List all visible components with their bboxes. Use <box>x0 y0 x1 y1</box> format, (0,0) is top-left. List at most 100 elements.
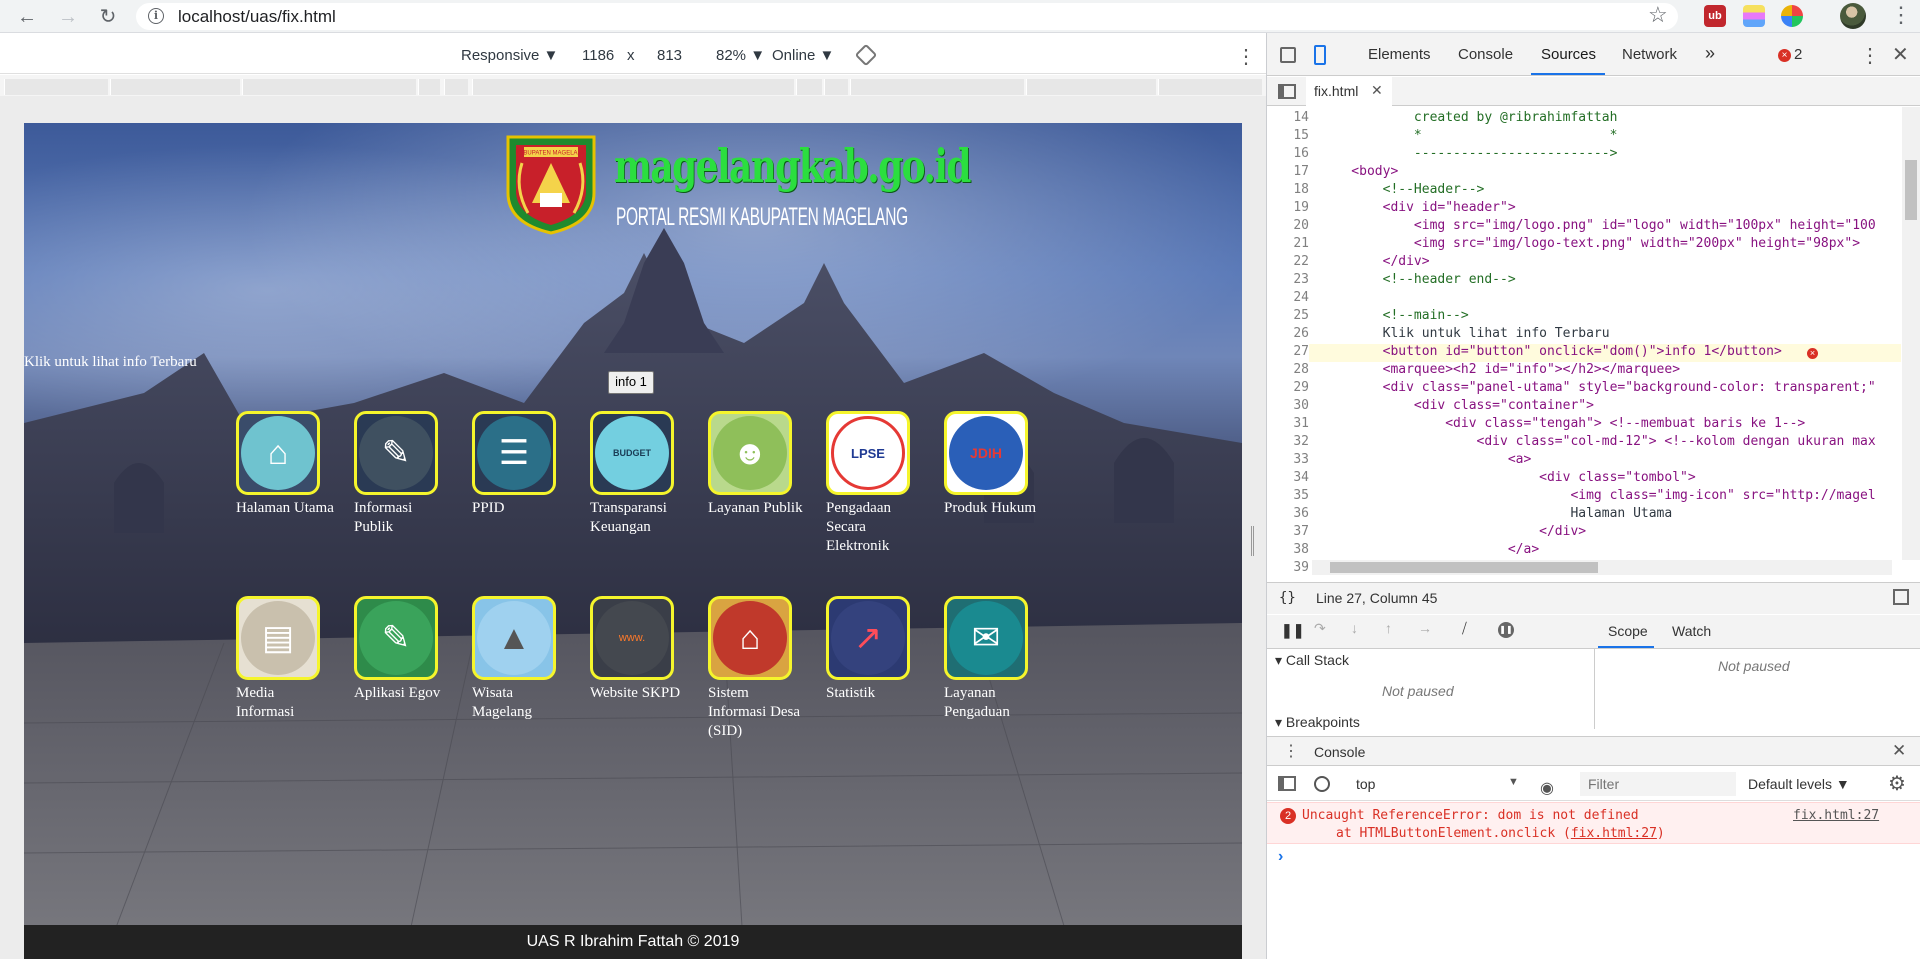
inspect-element-icon[interactable] <box>1280 47 1296 63</box>
code-line[interactable]: created by @ribrahimfattah <box>1320 110 1618 125</box>
code-line[interactable]: <img src="img/logo.png" id="logo" width=… <box>1320 218 1876 233</box>
line-number[interactable]: 23 <box>1267 272 1309 287</box>
device-width-input[interactable]: 1186 <box>582 47 614 64</box>
line-number[interactable]: 24 <box>1267 290 1309 305</box>
log-levels-select[interactable]: Default levels ▼ <box>1748 776 1850 792</box>
more-tabs-icon[interactable]: » <box>1705 43 1715 64</box>
error-source-link[interactable]: fix.html:27 <box>1793 808 1879 823</box>
ruler-segment[interactable] <box>1158 79 1262 95</box>
url-text[interactable]: localhost/uas/fix.html <box>178 7 336 27</box>
globe-extension-icon[interactable] <box>1781 5 1803 27</box>
code-line[interactable]: <a> <box>1320 452 1532 467</box>
error-stack-link[interactable]: fix.html:27 <box>1571 826 1657 841</box>
call-stack-header[interactable]: ▾ Call Stack <box>1275 652 1349 669</box>
ruler-segment[interactable] <box>796 79 822 95</box>
tile-sistem-informasi-desa[interactable]: ⌂ Sistem Informasi Desa (SID) <box>708 596 808 741</box>
ruler-segment[interactable] <box>110 79 240 95</box>
tile-wisata-magelang[interactable]: ▲ Wisata Magelang <box>472 596 572 722</box>
horizontal-scroll-thumb[interactable] <box>1330 562 1598 573</box>
ruler-segment[interactable] <box>418 79 440 95</box>
line-number[interactable]: 18 <box>1267 182 1309 197</box>
console-prompt[interactable]: › <box>1278 848 1283 866</box>
line-number[interactable]: 33 <box>1267 452 1309 467</box>
reload-icon[interactable]: ↻ <box>95 4 121 30</box>
tile-statistik[interactable]: ↗ Statistik <box>826 596 926 703</box>
console-sidebar-toggle-icon[interactable] <box>1278 776 1296 791</box>
code-line[interactable]: Halaman Utama <box>1320 506 1672 521</box>
pause-on-exceptions-icon[interactable]: ❚❚ <box>1498 622 1514 638</box>
tab-watch[interactable]: Watch <box>1672 623 1711 639</box>
close-drawer-icon[interactable]: ✕ <box>1892 741 1906 761</box>
step-over-icon[interactable]: ↷ <box>1314 620 1326 637</box>
breakpoints-header[interactable]: ▾ Breakpoints <box>1275 714 1360 731</box>
context-select[interactable]: top <box>1356 776 1375 792</box>
tile-layanan-publik[interactable]: ☻ Layanan Publik <box>708 411 808 518</box>
close-file-icon[interactable]: ✕ <box>1371 82 1383 99</box>
line-number[interactable]: 35 <box>1267 488 1309 503</box>
pause-icon[interactable]: ❚❚ <box>1281 622 1304 639</box>
error-count[interactable]: 2 <box>1794 46 1802 63</box>
console-drawer-tab[interactable]: Console <box>1314 744 1365 760</box>
line-number[interactable]: 21 <box>1267 236 1309 251</box>
line-number[interactable]: 31 <box>1267 416 1309 431</box>
ruler-segment[interactable] <box>850 79 1024 95</box>
tile-produk-hukum[interactable]: JDIH Produk Hukum <box>944 411 1044 518</box>
tile-halaman-utama[interactable]: ⌂ Halaman Utama <box>236 411 336 518</box>
device-toolbar-toggle-icon[interactable] <box>1314 45 1326 65</box>
ruler-segment[interactable] <box>242 79 416 95</box>
ruler-segment[interactable] <box>472 79 794 95</box>
step-icon[interactable]: → <box>1418 620 1432 636</box>
code-line[interactable]: -------------------------> <box>1320 146 1618 161</box>
line-number[interactable]: 20 <box>1267 218 1309 233</box>
site-info-icon[interactable]: i <box>148 8 164 24</box>
tab-sources[interactable]: Sources <box>1541 46 1596 63</box>
inline-error-icon[interactable]: × <box>1807 348 1818 359</box>
viewport-resize-handle[interactable] <box>1251 526 1254 556</box>
step-out-icon[interactable]: ↑ <box>1385 620 1392 636</box>
tile-ppid[interactable]: ☰ PPID <box>472 411 572 518</box>
network-throttle-select[interactable]: Online ▼ <box>772 47 834 64</box>
info-1-button[interactable]: info 1 <box>608 371 654 394</box>
line-number[interactable]: 19 <box>1267 200 1309 215</box>
code-line[interactable]: <!--Header--> <box>1320 182 1485 197</box>
line-number[interactable]: 30 <box>1267 398 1309 413</box>
line-number[interactable]: 26 <box>1267 326 1309 341</box>
profile-avatar[interactable] <box>1840 3 1866 29</box>
code-line[interactable]: * * <box>1320 128 1618 143</box>
vertical-scroll-thumb[interactable] <box>1905 160 1917 220</box>
line-number[interactable]: 34 <box>1267 470 1309 485</box>
code-line[interactable]: <body> <box>1320 164 1398 179</box>
error-indicator-icon[interactable]: × <box>1778 49 1791 62</box>
address-bar[interactable] <box>136 3 1678 30</box>
context-dropdown-icon[interactable]: ▼ <box>1508 776 1519 788</box>
line-number[interactable]: 22 <box>1267 254 1309 269</box>
code-line[interactable]: <div id="header"> <box>1320 200 1516 215</box>
code-line[interactable]: <div class="col-md-12"> <!--kolom dengan… <box>1320 434 1876 449</box>
tile-website-skpd[interactable]: www. Website SKPD <box>590 596 690 703</box>
tile-pengadaan-secara-elektronik[interactable]: LPSE Pengadaan Secara Elektronik <box>826 411 926 556</box>
ruler-segment[interactable] <box>444 79 468 95</box>
code-line[interactable]: <!--header end--> <box>1320 272 1516 287</box>
device-more-icon[interactable]: ⋮ <box>1236 44 1256 69</box>
code-line[interactable]: <div class="tengah"> <!--membuat baris k… <box>1320 416 1805 431</box>
tab-console[interactable]: Console <box>1458 46 1513 63</box>
devtools-menu-icon[interactable]: ⋮ <box>1860 43 1880 68</box>
clear-console-icon[interactable] <box>1314 776 1330 792</box>
line-number[interactable]: 16 <box>1267 146 1309 161</box>
console-filter-input[interactable] <box>1580 772 1736 796</box>
code-line[interactable]: <div class="tombol"> <box>1320 470 1696 485</box>
line-number[interactable]: 37 <box>1267 524 1309 539</box>
tile-transparansi-keuangan[interactable]: BUDGET Transparansi Keuangan <box>590 411 690 537</box>
line-number[interactable]: 39 <box>1267 560 1309 575</box>
drawer-menu-icon[interactable]: ⋮ <box>1283 741 1299 761</box>
code-line[interactable]: <marquee><h2 id="info"></h2></marquee> <box>1320 362 1680 377</box>
tile-layanan-pengaduan[interactable]: ✉ Layanan Pengaduan <box>944 596 1044 722</box>
color-extension-icon[interactable] <box>1743 5 1765 27</box>
tile-informasi-publik[interactable]: ✎ Informasi Publik <box>354 411 454 537</box>
code-line[interactable]: <div class="panel-utama" style="backgrou… <box>1320 380 1876 395</box>
ruler-segment[interactable] <box>4 79 108 95</box>
zoom-select[interactable]: 82% ▼ <box>716 47 765 64</box>
code-line[interactable]: </div> <box>1320 254 1430 269</box>
code-line[interactable]: <button id="button" onclick="dom()">info… <box>1320 344 1782 359</box>
line-number[interactable]: 27 <box>1267 344 1309 359</box>
